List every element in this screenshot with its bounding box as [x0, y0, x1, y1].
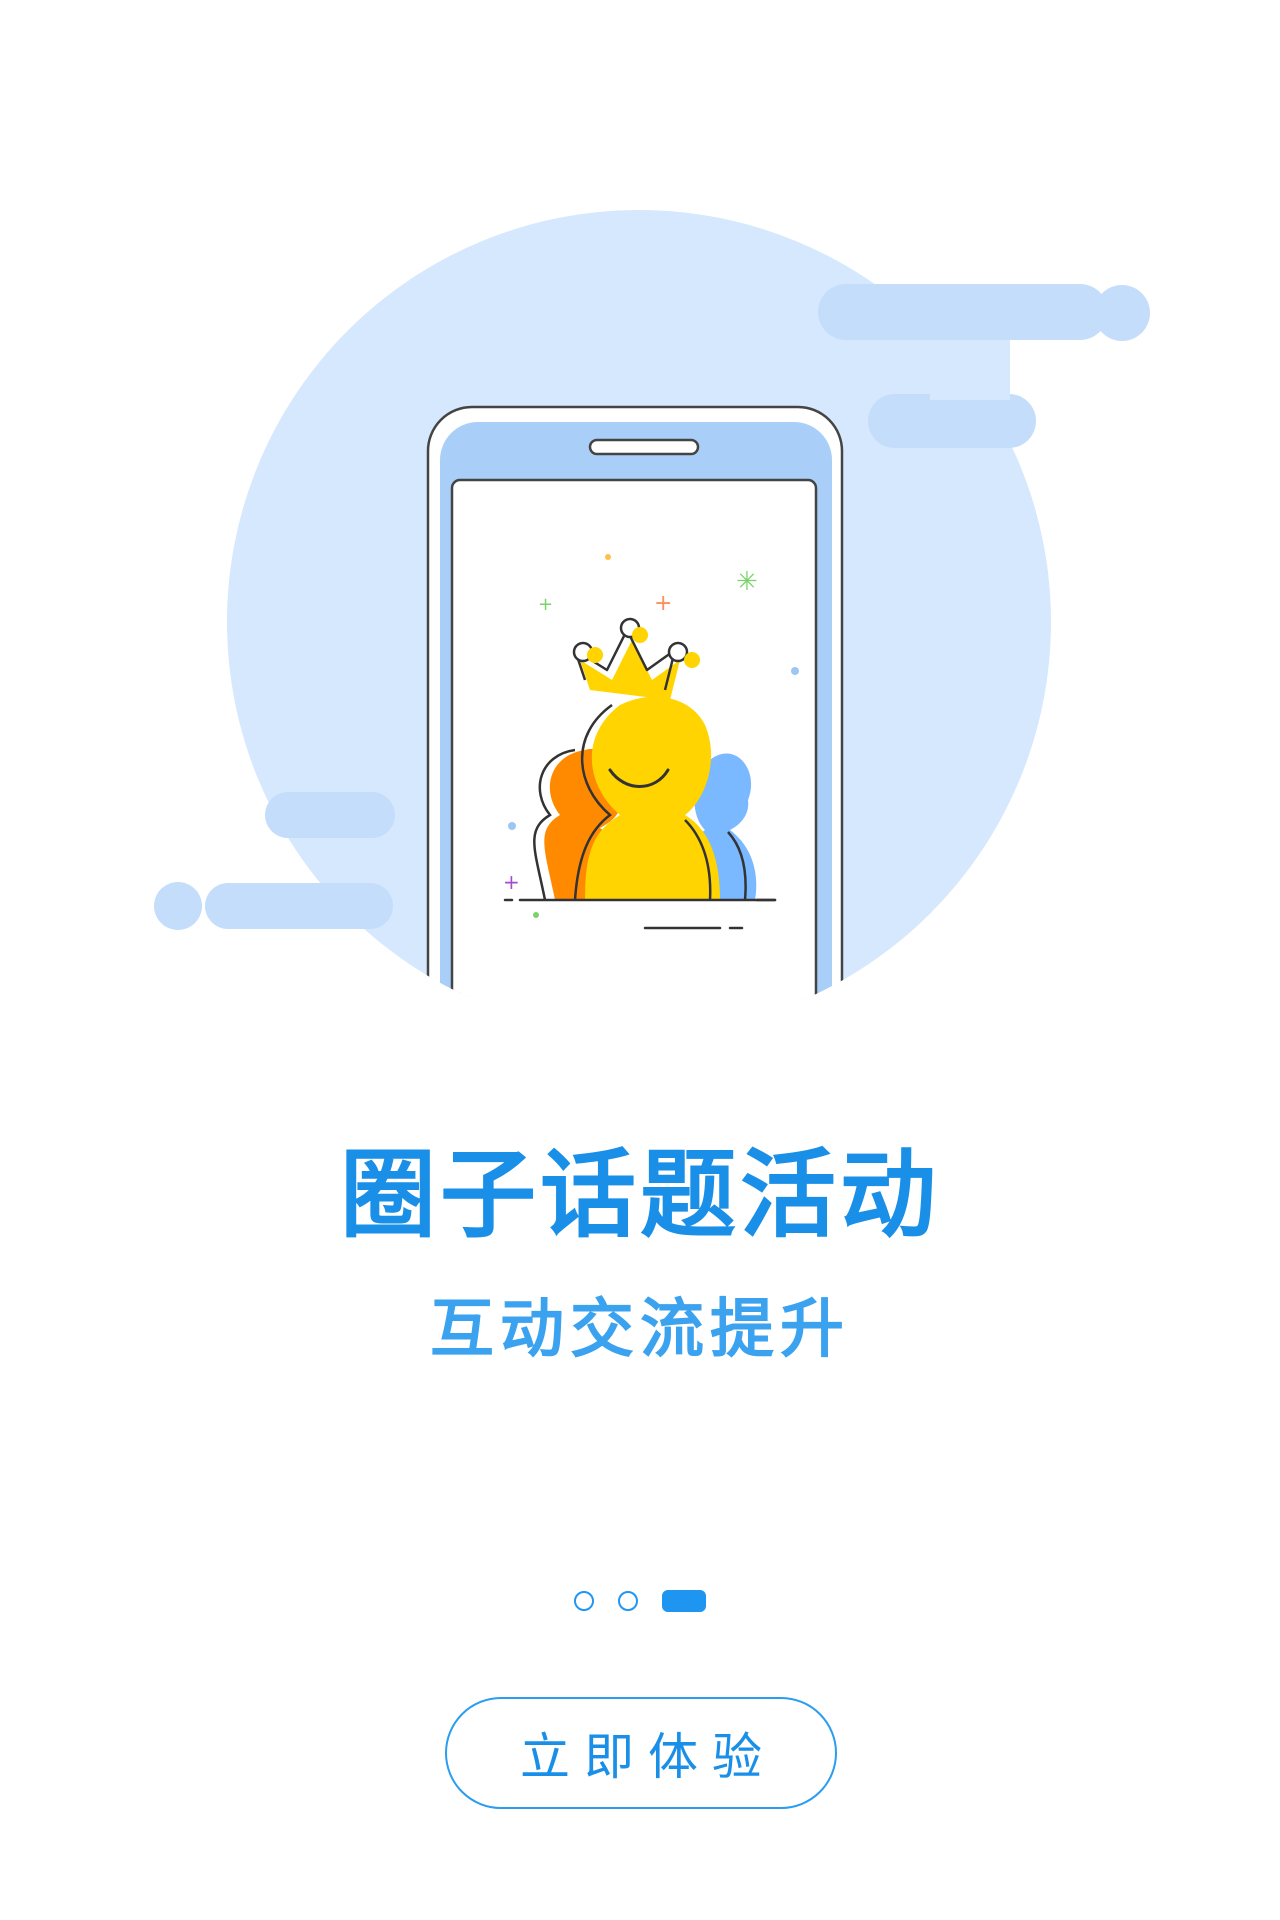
- page-indicator: [0, 1588, 1280, 1614]
- page-subtitle: 互动交流提升: [430, 1292, 850, 1367]
- svg-text:+: +: [503, 870, 520, 894]
- svg-text:+: +: [654, 591, 672, 616]
- page-dot-3-active[interactable]: [662, 1590, 706, 1612]
- page-dot-1[interactable]: [574, 1591, 594, 1611]
- onboarding-screen: + + ✳ + 圈子话题活动 互动交流提升 立即体验: [0, 0, 1280, 1920]
- try-now-button[interactable]: 立即体验: [445, 1697, 837, 1809]
- illustration: + + ✳ +: [154, 210, 1150, 1000]
- svg-text:+: +: [538, 594, 553, 615]
- page-title: 圈子话题活动: [340, 1138, 940, 1251]
- svg-text:✳: ✳: [736, 567, 758, 597]
- page-dot-2[interactable]: [618, 1591, 638, 1611]
